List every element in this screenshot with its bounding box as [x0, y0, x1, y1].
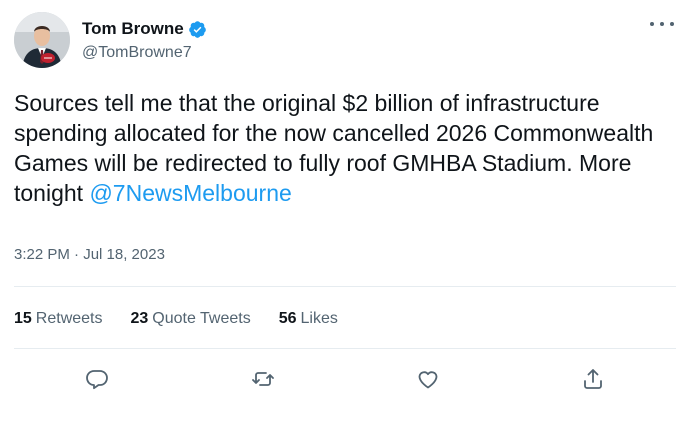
- share-icon: [584, 369, 602, 389]
- retweets-label: Retweets: [35, 310, 103, 327]
- display-name-row: Tom Browne: [82, 18, 207, 40]
- verified-badge-icon: [188, 20, 207, 39]
- quote-tweets-stat[interactable]: 23 Quote Tweets: [131, 310, 251, 328]
- tweet-timestamp[interactable]: 3:22 PM · Jul 18, 2023: [14, 246, 165, 263]
- avatar[interactable]: [14, 12, 70, 68]
- more-options-icon[interactable]: [650, 14, 674, 34]
- tweet-header: Tom Browne @TomBrowne7: [14, 12, 207, 68]
- retweets-count: 15: [14, 310, 32, 327]
- tweet-card: Tom Browne @TomBrowne7 Sources tell me t…: [0, 0, 690, 421]
- tweet-actions: [0, 362, 690, 398]
- divider: [14, 286, 676, 287]
- author-handle[interactable]: @TomBrowne7: [82, 44, 207, 62]
- likes-count: 56: [278, 310, 297, 327]
- like-button[interactable]: [411, 362, 445, 396]
- author-names: Tom Browne @TomBrowne7: [82, 18, 207, 62]
- profile-photo: [14, 12, 70, 68]
- share-button[interactable]: [576, 362, 610, 396]
- mention-link[interactable]: @7NewsMelbourne: [89, 180, 291, 206]
- divider: [14, 348, 676, 349]
- tweet-stats: 15 Retweets 23 Quote Tweets 56 Likes: [14, 310, 366, 328]
- display-name[interactable]: Tom Browne: [82, 19, 184, 39]
- likes-stat[interactable]: 56 Likes: [279, 310, 338, 328]
- retweet-button[interactable]: [246, 362, 280, 396]
- quotes-label: Quote Tweets: [152, 310, 251, 327]
- quotes-count: 23: [130, 310, 149, 327]
- reply-button[interactable]: [80, 362, 114, 396]
- likes-label: Likes: [300, 310, 338, 327]
- tweet-text: Sources tell me that the original $2 bil…: [14, 88, 679, 208]
- reply-icon: [86, 370, 108, 390]
- heart-icon: [418, 371, 438, 389]
- retweets-stat[interactable]: 15 Retweets: [14, 310, 103, 328]
- retweet-icon: [252, 372, 274, 386]
